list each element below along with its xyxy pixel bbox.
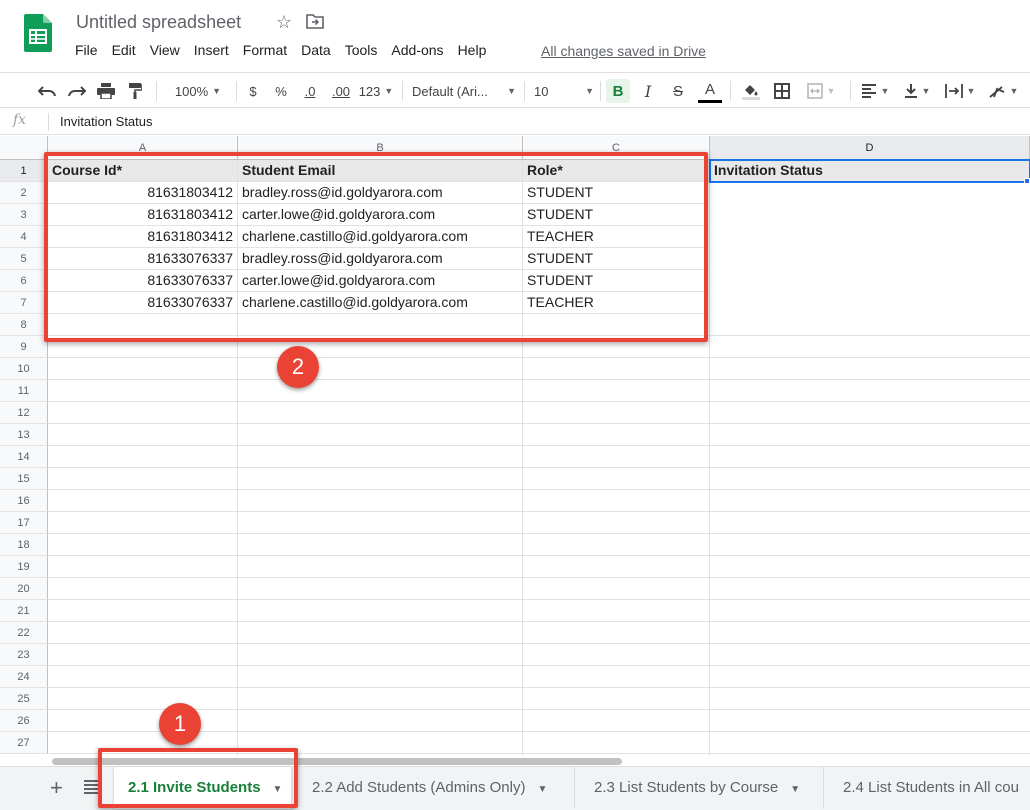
fill-handle[interactable] <box>1024 178 1030 184</box>
row-header[interactable]: 21 <box>0 600 48 622</box>
percent-format-button[interactable]: % <box>272 79 290 103</box>
row-header[interactable]: 14 <box>0 446 48 468</box>
star-icon[interactable]: ☆ <box>276 12 292 33</box>
fx-icon: fx <box>13 112 27 128</box>
text-rotation-icon[interactable]: ▼ <box>984 79 1022 103</box>
row-header[interactable]: 6 <box>0 270 48 292</box>
borders-icon[interactable] <box>772 79 792 103</box>
spreadsheet-window: Untitled spreadsheet ☆ File Edit View In… <box>0 0 1030 810</box>
save-status-link[interactable]: All changes saved in Drive <box>541 43 706 59</box>
row-header[interactable]: 17 <box>0 512 48 534</box>
row-header[interactable]: 20 <box>0 578 48 600</box>
menu-tools[interactable]: Tools <box>338 42 385 58</box>
spreadsheet-grid[interactable]: A B C D 1 2 3 4 5 6 7 8 9 10 11 12 13 14… <box>0 136 1030 760</box>
row-header[interactable]: 8 <box>0 314 48 336</box>
print-icon[interactable] <box>95 79 117 103</box>
row-header[interactable]: 18 <box>0 534 48 556</box>
row-header[interactable]: 26 <box>0 710 48 732</box>
menu-view[interactable]: View <box>143 42 187 58</box>
move-to-folder-icon[interactable] <box>306 13 324 29</box>
row-header[interactable]: 24 <box>0 666 48 688</box>
fill-color-icon[interactable] <box>738 79 764 103</box>
row-header[interactable]: 2 <box>0 182 48 204</box>
tab-list-students-by-course[interactable]: 2.3 List Students by Course ▼ <box>580 767 824 809</box>
more-formats-select[interactable]: 123 ▼ <box>358 79 394 103</box>
zoom-select[interactable]: 100% ▼ <box>166 79 230 103</box>
row-header[interactable]: 23 <box>0 644 48 666</box>
decrease-decimals-button[interactable]: .0 <box>298 79 322 103</box>
italic-button[interactable]: I <box>638 79 658 103</box>
empty-cells[interactable] <box>48 314 1030 760</box>
row-header[interactable]: 5 <box>0 248 48 270</box>
formula-input[interactable]: Invitation Status <box>60 114 153 129</box>
row-header[interactable]: 27 <box>0 732 48 754</box>
row-header[interactable]: 19 <box>0 556 48 578</box>
font-family-select[interactable]: Default (Ari... ▼ <box>412 79 516 103</box>
row-header[interactable]: 16 <box>0 490 48 512</box>
horizontal-align-icon[interactable]: ▼ <box>858 79 892 103</box>
paint-format-icon[interactable] <box>125 79 145 103</box>
menu-file[interactable]: File <box>68 42 105 58</box>
row-header[interactable]: 12 <box>0 402 48 424</box>
cell-d1[interactable]: Invitation Status <box>710 160 1030 182</box>
menu-help[interactable]: Help <box>451 42 494 58</box>
formula-bar: fx Invitation Status <box>0 109 1030 135</box>
bold-button[interactable]: B <box>606 79 630 103</box>
menu-edit[interactable]: Edit <box>105 42 143 58</box>
merge-cells-icon[interactable]: ▼ <box>802 79 840 103</box>
row-header[interactable]: 10 <box>0 358 48 380</box>
select-all-corner[interactable] <box>0 136 48 160</box>
add-sheet-icon[interactable]: + <box>50 775 63 801</box>
data-range-highlight <box>44 152 708 342</box>
row-header[interactable]: 11 <box>0 380 48 402</box>
step-badge-1: 1 <box>159 703 201 745</box>
column-header-d[interactable]: D <box>710 136 1030 160</box>
text-color-button[interactable]: A <box>698 79 722 103</box>
row-header[interactable]: 9 <box>0 336 48 358</box>
strikethrough-button[interactable]: S <box>668 79 688 103</box>
row-header[interactable]: 15 <box>0 468 48 490</box>
redo-icon[interactable] <box>66 79 88 103</box>
tab-list-students-all-courses[interactable]: 2.4 List Students in All cou <box>829 767 1030 809</box>
document-title[interactable]: Untitled spreadsheet <box>76 12 241 33</box>
row-header[interactable]: 1 <box>0 160 48 182</box>
step-badge-2: 2 <box>277 346 319 388</box>
row-header[interactable]: 4 <box>0 226 48 248</box>
menu-data[interactable]: Data <box>294 42 338 58</box>
active-tab-highlight <box>98 748 298 808</box>
vertical-align-icon[interactable]: ▼ <box>900 79 934 103</box>
currency-format-button[interactable]: $ <box>244 79 262 103</box>
menu-add-ons[interactable]: Add-ons <box>384 42 450 58</box>
row-header[interactable]: 7 <box>0 292 48 314</box>
toolbar: 100% ▼ $ % .0 .00 123 ▼ Default (Ari... ▼ 1… <box>0 72 1030 108</box>
menu-format[interactable]: Format <box>236 42 294 58</box>
font-size-select[interactable]: 10 ▼ <box>534 79 594 103</box>
row-header[interactable]: 3 <box>0 204 48 226</box>
undo-icon[interactable] <box>36 79 58 103</box>
row-header[interactable]: 22 <box>0 622 48 644</box>
increase-decimals-button[interactable]: .00 <box>328 79 354 103</box>
menu-bar: File Edit View Insert Format Data Tools … <box>68 42 493 58</box>
tab-add-students[interactable]: 2.2 Add Students (Admins Only) ▼ <box>298 767 575 809</box>
menu-insert[interactable]: Insert <box>187 42 236 58</box>
row-header[interactable]: 13 <box>0 424 48 446</box>
text-wrapping-icon[interactable]: ▼ <box>942 79 978 103</box>
row-header[interactable]: 25 <box>0 688 48 710</box>
sheets-logo-icon[interactable] <box>24 14 52 52</box>
